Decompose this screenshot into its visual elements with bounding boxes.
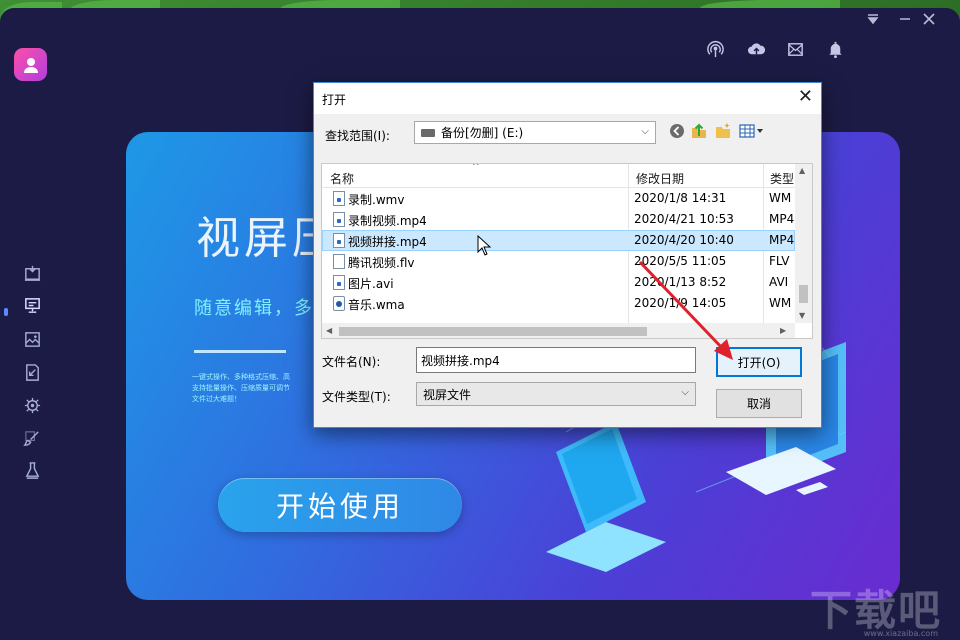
red-arrow-annotation — [638, 260, 733, 360]
annotation-overlay — [477, 234, 733, 360]
watermark-url: www.xiazaiba.com — [863, 629, 938, 638]
mouse-cursor-icon — [477, 234, 492, 256]
